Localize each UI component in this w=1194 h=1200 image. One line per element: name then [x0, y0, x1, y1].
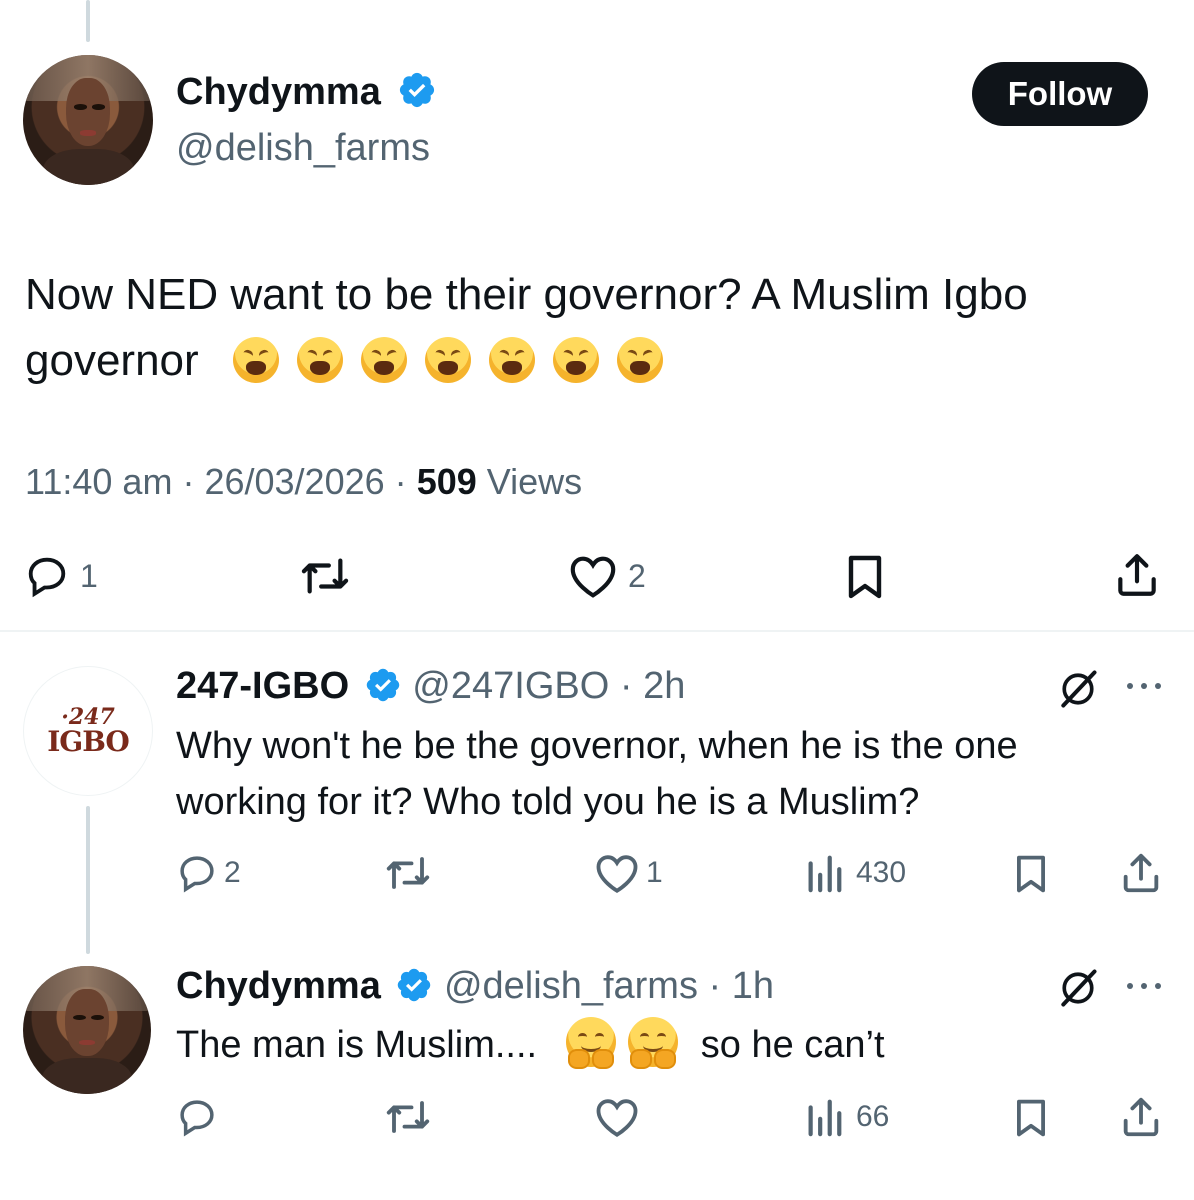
more-options-icon[interactable]: [1122, 676, 1166, 696]
weary-face-emoji: [297, 337, 344, 383]
share-action[interactable]: [1112, 550, 1162, 600]
views-count: 66: [856, 1100, 890, 1133]
retweet-icon: [386, 857, 430, 889]
tweet-text-line2-text: governor: [25, 336, 199, 385]
retweet-action[interactable]: [298, 553, 352, 599]
follow-button[interactable]: Follow: [972, 62, 1148, 126]
bookmark-action[interactable]: [1012, 852, 1050, 896]
reply-count: 1: [80, 557, 98, 594]
share-icon: [1123, 853, 1159, 893]
weary-face-emoji: [425, 337, 472, 383]
avatar-chydymma[interactable]: [23, 55, 153, 185]
like-action[interactable]: 1: [594, 852, 663, 894]
reply-author-name[interactable]: 247-IGBO: [176, 665, 349, 707]
avatar-247igbo[interactable]: ·247 IGBO: [23, 666, 153, 796]
reply-action[interactable]: 1: [24, 553, 98, 599]
like-count: 2: [628, 557, 646, 594]
meta-separator: ·: [619, 665, 633, 707]
more-options-icon[interactable]: [1122, 976, 1166, 996]
bookmark-action[interactable]: [843, 553, 887, 601]
heart-icon: [570, 556, 616, 598]
tweet-text-line1: Now NED want to be their governor? A Mus…: [25, 270, 1028, 319]
retweet-icon: [301, 558, 349, 594]
reply-time[interactable]: 2h: [643, 665, 685, 707]
tweet-text-line2: governor: [25, 328, 1175, 394]
share-action[interactable]: [1118, 850, 1164, 896]
heart-icon: [596, 1099, 638, 1137]
tweet-meta: 11:40 am · 26/03/2026 · 509 Views: [25, 458, 582, 506]
bookmark-action[interactable]: [1012, 1096, 1050, 1140]
hugging-face-emoji: [566, 1017, 617, 1069]
reply-text-line2: working for it? Who told you he is a Mus…: [176, 781, 920, 823]
like-action[interactable]: [594, 1096, 640, 1138]
bookmark-icon: [1017, 855, 1045, 893]
meta-separator: ·: [394, 461, 407, 502]
tweet-text: Now NED want to be their governor? A Mus…: [25, 262, 1175, 394]
author-handle[interactable]: @delish_farms: [176, 124, 430, 172]
thread-line-top: [86, 0, 90, 42]
reply-icon: [180, 856, 214, 893]
grok-icon[interactable]: [1056, 966, 1100, 1010]
weary-face-emoji: [361, 337, 408, 383]
tweet-time[interactable]: 11:40 am: [25, 461, 172, 502]
reply-text-before: The man is Muslim....: [176, 1024, 538, 1066]
views-chart-icon: [808, 855, 842, 893]
tweet-date[interactable]: 26/03/2026: [204, 461, 384, 502]
views-count: 430: [856, 856, 907, 889]
reply-text-line1: Why won't he be the governor, when he is…: [176, 725, 1018, 767]
views-action[interactable]: 66: [804, 1096, 889, 1138]
reply-author-handle[interactable]: @247IGBO: [412, 665, 609, 707]
reply-text-after: so he can’t: [700, 1024, 885, 1066]
weary-face-emoji: [233, 337, 280, 383]
author-name[interactable]: Chydymma: [176, 71, 381, 113]
views-chart-icon: [808, 1099, 842, 1137]
reply-author-name[interactable]: Chydymma: [176, 965, 381, 1007]
weary-face-emoji: [553, 337, 600, 383]
like-action[interactable]: 2: [568, 553, 646, 599]
retweet-action[interactable]: [383, 1096, 433, 1138]
divider: [0, 630, 1194, 632]
retweet-icon: [386, 1101, 430, 1133]
reply-count: 2: [224, 856, 241, 889]
weary-face-emoji: [489, 337, 536, 383]
verified-badge-icon: [400, 72, 435, 108]
views-count: 509: [416, 461, 477, 502]
avatar-logo-text-2: IGBO: [47, 725, 130, 758]
bookmark-icon: [1017, 1099, 1045, 1137]
author-name-row[interactable]: Chydymma: [176, 68, 437, 116]
views-action[interactable]: 430: [804, 852, 906, 894]
share-action[interactable]: [1118, 1094, 1164, 1140]
heart-icon: [596, 855, 638, 893]
hugging-face-emoji: [628, 1017, 679, 1069]
views-label: Views: [486, 461, 583, 502]
share-icon: [1118, 554, 1156, 596]
avatar-chydymma-reply[interactable]: [23, 966, 151, 1094]
like-count: 1: [646, 856, 663, 889]
thread-line-reply: [86, 806, 90, 954]
reply-header-247igbo: 247-IGBO @247IGBO · 2h: [176, 662, 685, 710]
reply-author-handle[interactable]: @delish_farms: [444, 965, 698, 1007]
reply-header-chydymma: Chydymma @delish_farms · 1h: [176, 962, 774, 1010]
retweet-action[interactable]: [383, 852, 433, 894]
share-icon: [1123, 1097, 1159, 1137]
reply-text-chydymma: The man is Muslim.... so he can’t: [176, 1017, 885, 1073]
reply-action[interactable]: [176, 1096, 218, 1138]
reply-time[interactable]: 1h: [732, 965, 774, 1007]
reply-action[interactable]: 2: [176, 852, 241, 894]
meta-separator: ·: [708, 965, 722, 1007]
meta-separator: ·: [182, 461, 195, 502]
weary-face-emoji: [617, 337, 664, 383]
reply-text-247igbo: Why won't he be the governor, when he is…: [176, 718, 1176, 830]
bookmark-icon: [848, 555, 882, 599]
reply-icon: [180, 1100, 214, 1137]
verified-badge-icon: [366, 668, 399, 702]
grok-icon[interactable]: [1056, 667, 1100, 711]
reply-icon: [28, 557, 66, 598]
verified-badge-icon: [398, 968, 431, 1002]
